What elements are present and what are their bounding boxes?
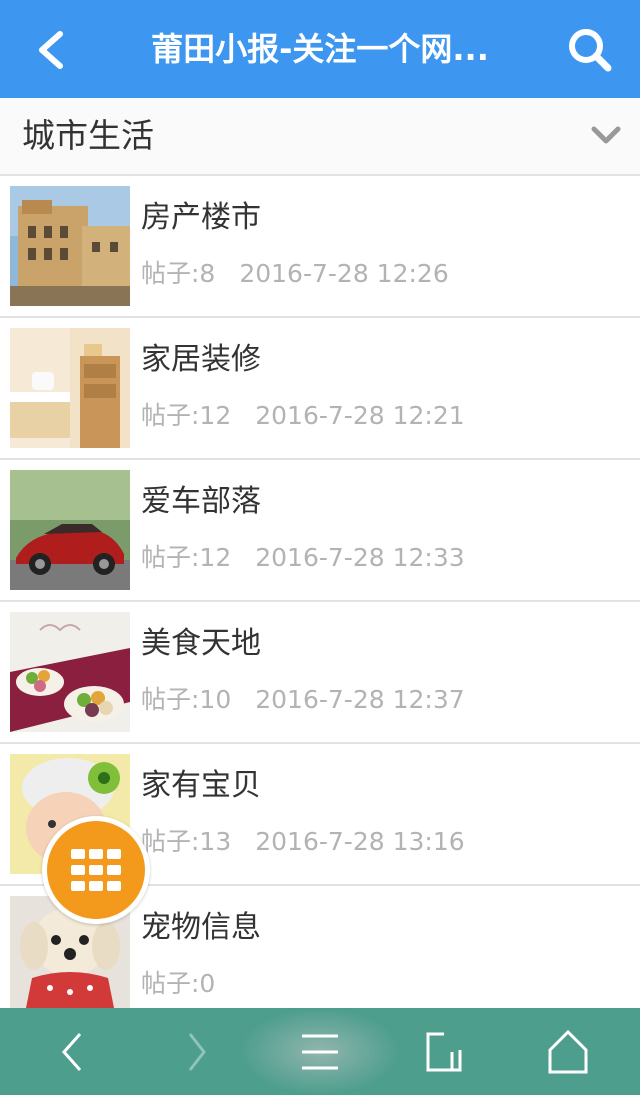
forward-arrow-icon xyxy=(188,1033,206,1071)
browser-tabs-button[interactable] xyxy=(414,1026,474,1078)
forum-title: 房产楼市 xyxy=(141,200,261,235)
forum-title: 美食天地 xyxy=(141,626,261,661)
forum-thumbnail xyxy=(10,186,130,306)
forum-item-home-decor[interactable]: 家居装修 帖子:12 2016-7-28 12:21 xyxy=(0,318,640,460)
forum-meta: 帖子:13 2016-7-28 13:16 xyxy=(141,822,465,858)
forum-title: 宠物信息 xyxy=(141,910,261,945)
back-arrow-icon xyxy=(61,1033,82,1071)
floating-menu-button[interactable] xyxy=(42,816,150,924)
home-icon xyxy=(548,1029,588,1074)
forum-meta: 帖子:8 2016-7-28 12:26 xyxy=(141,254,449,290)
forum-meta: 帖子:10 2016-7-28 12:37 xyxy=(141,680,465,716)
post-count: 帖子:12 xyxy=(141,401,232,430)
forum-item-car-club[interactable]: 爱车部落 帖子:12 2016-7-28 12:33 xyxy=(0,460,640,602)
chevron-left-icon xyxy=(39,31,63,69)
forum-title: 爱车部落 xyxy=(141,484,261,519)
forum-meta: 帖子:0 xyxy=(141,964,215,1000)
browser-home-button[interactable] xyxy=(538,1026,598,1078)
category-selector[interactable]: 城市生活 xyxy=(0,98,640,176)
browser-menu-button[interactable] xyxy=(290,1026,350,1078)
category-label: 城市生活 xyxy=(22,116,154,155)
forum-thumbnail xyxy=(10,328,130,448)
post-count: 帖子:0 xyxy=(141,969,216,998)
last-post-time: 2016-7-28 12:33 xyxy=(255,543,465,572)
forum-item-food[interactable]: 美食天地 帖子:10 2016-7-28 12:37 xyxy=(0,602,640,744)
forum-item-real-estate[interactable]: 房产楼市 帖子:8 2016-7-28 12:26 xyxy=(0,176,640,318)
last-post-time: 2016-7-28 12:21 xyxy=(255,401,465,430)
browser-back-button[interactable] xyxy=(42,1026,102,1078)
browser-toolbar xyxy=(0,1008,640,1095)
forum-title: 家有宝贝 xyxy=(141,768,261,803)
post-count: 帖子:10 xyxy=(141,685,232,714)
forum-title: 家居装修 xyxy=(141,342,261,377)
top-app-bar: 莆田小报-关注一个网... xyxy=(0,0,640,98)
post-count: 帖子:13 xyxy=(141,827,232,856)
grid-menu-icon xyxy=(71,849,121,891)
tabs-icon xyxy=(426,1032,462,1072)
forum-thumbnail xyxy=(10,470,130,590)
browser-forward-button[interactable] xyxy=(166,1026,226,1078)
forum-thumbnail xyxy=(10,612,130,732)
last-post-time: 2016-7-28 13:16 xyxy=(255,827,465,856)
last-post-time: 2016-7-28 12:37 xyxy=(255,685,465,714)
post-count: 帖子:12 xyxy=(141,543,232,572)
menu-icon xyxy=(302,1034,338,1070)
search-button[interactable] xyxy=(560,20,620,80)
chevron-down-icon[interactable] xyxy=(588,118,624,154)
last-post-time: 2016-7-28 12:26 xyxy=(239,259,449,288)
page-title: 莆田小报-关注一个网... xyxy=(151,30,489,68)
search-icon xyxy=(569,29,612,72)
forum-meta: 帖子:12 2016-7-28 12:33 xyxy=(141,538,465,574)
post-count: 帖子:8 xyxy=(141,259,216,288)
forum-meta: 帖子:12 2016-7-28 12:21 xyxy=(141,396,465,432)
back-button[interactable] xyxy=(22,20,82,80)
